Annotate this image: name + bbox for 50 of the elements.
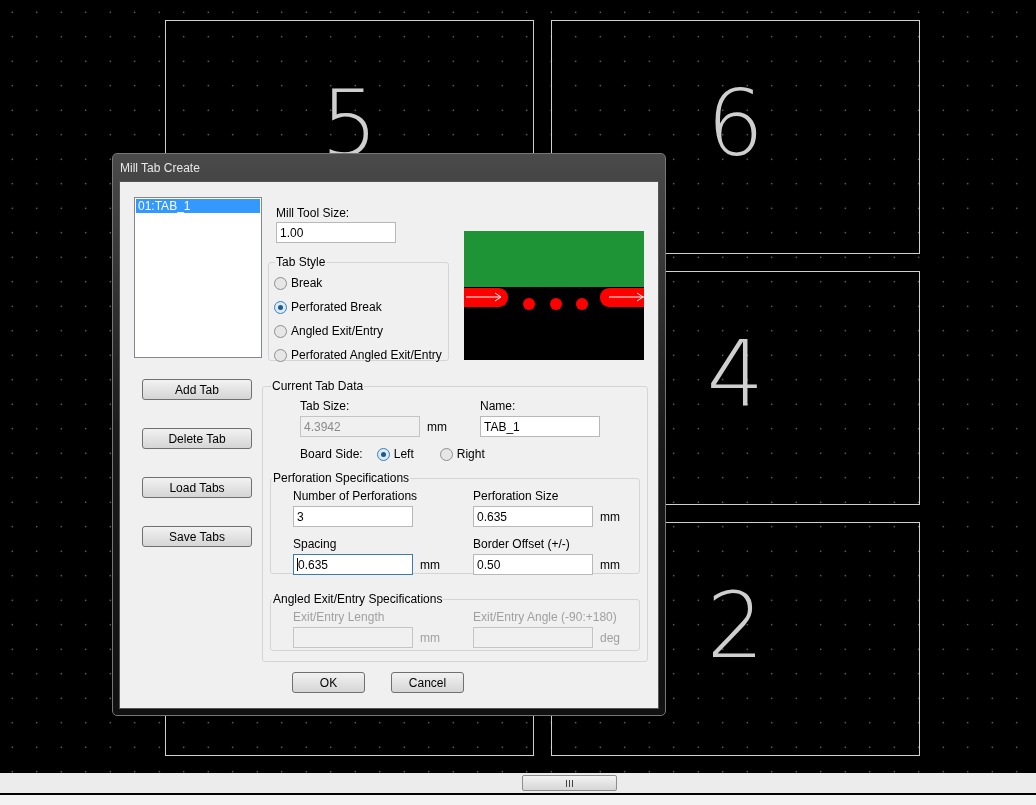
field-label: Spacing	[293, 536, 338, 553]
radio-label: Right	[456, 446, 485, 463]
dialog-button[interactable]: Delete Tab	[142, 428, 252, 449]
horizontal-scrollbar[interactable]	[0, 773, 1036, 793]
radio-button[interactable]	[274, 324, 287, 338]
field-label: Border Offset (+/-)	[473, 536, 571, 553]
radio-button[interactable]	[439, 447, 453, 461]
field-label: Exit/Entry Angle (-90:+180)	[473, 609, 618, 626]
radio-button[interactable]	[376, 447, 390, 461]
board-number: 4	[706, 330, 765, 420]
radio-label: Left	[393, 446, 414, 463]
field-label: Tab Size:	[300, 398, 351, 415]
dialog-button[interactable]: Cancel	[391, 672, 464, 693]
scrollbar-thumb[interactable]	[522, 775, 617, 791]
unit-label: mm	[600, 508, 620, 526]
window-title: Mill Tab Create	[120, 159, 200, 177]
unit-label: mm	[600, 556, 620, 574]
group-title: Current Tab Data	[271, 378, 365, 395]
radio-button[interactable]	[274, 276, 287, 290]
group-title: Angled Exit/Entry Specifications	[272, 591, 444, 608]
radio-label: Angled Exit/Entry	[291, 323, 384, 340]
field-label: Exit/Entry Length	[293, 609, 386, 626]
input-field[interactable]: 0.50	[473, 554, 593, 575]
field-label: Board Side:	[300, 446, 363, 463]
input-field[interactable]: 0.635	[293, 554, 413, 575]
input-field[interactable]: 1.00	[276, 222, 396, 243]
group-title: Perforation Specifications	[272, 470, 411, 487]
board-number: 6	[706, 79, 765, 169]
unit-label: deg	[600, 629, 621, 647]
dialog-button[interactable]: OK	[292, 672, 365, 693]
field-label: Perforation Size	[473, 488, 560, 505]
radio-label: Break	[291, 275, 323, 292]
field-label: Number of Perforations	[293, 488, 419, 505]
dialog-button[interactable]: Save Tabs	[142, 526, 252, 547]
field-label: Mill Tool Size:	[276, 205, 351, 222]
unit-label: mm	[420, 556, 440, 574]
unit-label: mm	[427, 418, 447, 436]
radio-button[interactable]	[274, 300, 287, 314]
field-label: Name:	[480, 398, 517, 415]
unit-label: mm	[420, 629, 440, 647]
radio-label: Perforated Angled Exit/Entry	[291, 347, 442, 364]
input-field[interactable]: TAB_1	[480, 416, 600, 437]
radio-button[interactable]	[274, 348, 287, 362]
board-number: 2	[706, 581, 765, 671]
dialog-button[interactable]: Add Tab	[142, 379, 252, 400]
input-field[interactable]: 0.635	[473, 506, 593, 527]
group-title: Tab Style	[275, 254, 327, 271]
input-field[interactable]: 3	[293, 506, 413, 527]
dialog-button[interactable]: Load Tabs	[142, 477, 252, 498]
radio-label: Perforated Break	[291, 299, 382, 316]
